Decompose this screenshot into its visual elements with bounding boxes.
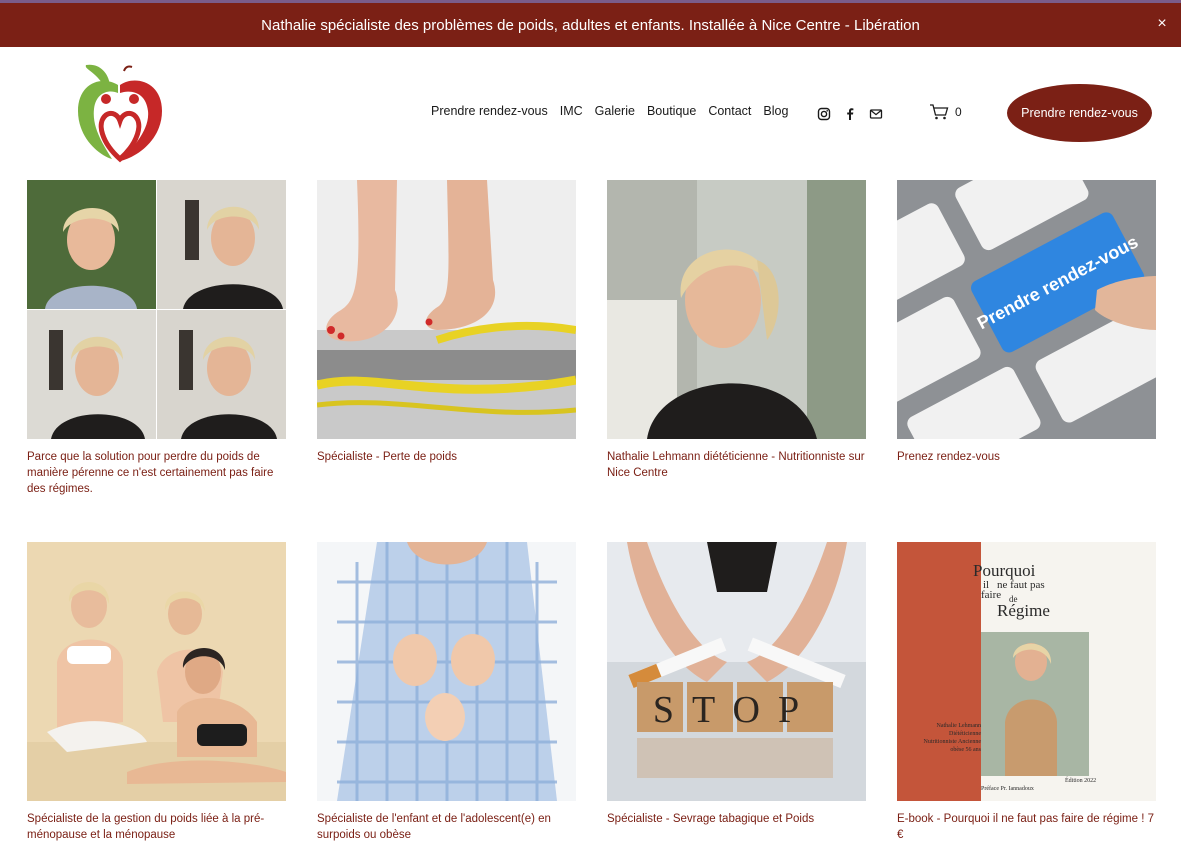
- email-icon[interactable]: [869, 107, 883, 121]
- card-caption[interactable]: Spécialiste de la gestion du poids liée …: [27, 811, 286, 843]
- close-icon[interactable]: ×: [1153, 15, 1171, 33]
- nav-blog[interactable]: Blog: [763, 104, 788, 118]
- card-caption[interactable]: Spécialiste de l'enfant et de l'adolesce…: [317, 811, 576, 843]
- cart-icon: [930, 104, 949, 120]
- main-nav: Prendre rendez-vous IMC Galerie Boutique…: [431, 104, 788, 118]
- women-group-image: [27, 542, 286, 801]
- nav-galerie[interactable]: Galerie: [595, 104, 635, 118]
- nav-prendre-rendez-vous[interactable]: Prendre rendez-vous: [431, 104, 548, 118]
- gallery-card[interactable]: Spécialiste de la gestion du poids liée …: [27, 542, 286, 843]
- card-caption[interactable]: Spécialiste - Sevrage tabagique et Poids: [607, 811, 866, 827]
- instagram-icon[interactable]: [817, 107, 831, 121]
- child-shirt-image: [317, 542, 576, 801]
- book-appointment-button[interactable]: Prendre rendez-vous: [1007, 84, 1152, 142]
- facebook-icon[interactable]: [843, 107, 857, 121]
- nav-boutique[interactable]: Boutique: [647, 104, 696, 118]
- social-links: [817, 107, 883, 121]
- apple-heart-logo[interactable]: [72, 63, 166, 163]
- card-caption[interactable]: Spécialiste - Perte de poids: [317, 449, 576, 465]
- book-preface: Préface Pr. Iannadoux: [981, 785, 1034, 792]
- gallery-card[interactable]: Nathalie Lehmann diététicienne - Nutriti…: [607, 180, 866, 481]
- keyboard-key-image: Prendre rendez-vous: [897, 180, 1156, 439]
- gallery-card[interactable]: Spécialiste - Perte de poids: [317, 180, 576, 465]
- nathalie-portrait-image: [607, 180, 866, 439]
- stop-smoking-image: STOP: [607, 542, 866, 801]
- book-title-6: Régime: [997, 601, 1050, 620]
- feet-scale-image: [317, 180, 576, 439]
- gallery-card[interactable]: STOP Spécialiste - Sevrage tabagique et …: [607, 542, 866, 827]
- book-edition: Édition 2022: [1065, 776, 1096, 784]
- gallery-card[interactable]: Spécialiste de l'enfant et de l'adolesce…: [317, 542, 576, 843]
- book-title-3: ne faut pas: [997, 579, 1045, 591]
- nav-contact[interactable]: Contact: [708, 104, 751, 118]
- announcement-banner: Nathalie spécialiste des problèmes de po…: [0, 3, 1181, 47]
- site-header: Prendre rendez-vous IMC Galerie Boutique…: [0, 47, 1181, 177]
- portrait-collage-image: [27, 180, 286, 439]
- gallery-card[interactable]: Pourquoi il ne faut pas faire de Régime …: [897, 542, 1156, 843]
- book-author: Nathalie Lehmann Diététicienne Nutrition…: [923, 723, 982, 753]
- stop-cube-text: STOP: [653, 689, 817, 731]
- banner-text: Nathalie spécialiste des problèmes de po…: [261, 16, 920, 34]
- book-title-4: faire: [981, 589, 1001, 601]
- book-title-1: Pourquoi: [973, 561, 1036, 580]
- gallery-card[interactable]: Prendre rendez-vous Prenez rendez-vous: [897, 180, 1156, 465]
- card-caption[interactable]: Nathalie Lehmann diététicienne - Nutriti…: [607, 449, 866, 481]
- card-caption[interactable]: Parce que la solution pour perdre du poi…: [27, 449, 286, 497]
- card-caption[interactable]: Prenez rendez-vous: [897, 449, 1156, 465]
- gallery-card[interactable]: Parce que la solution pour perdre du poi…: [27, 180, 286, 497]
- nav-imc[interactable]: IMC: [560, 104, 583, 118]
- cart-link[interactable]: 0: [929, 104, 962, 120]
- card-caption[interactable]: E-book - Pourquoi il ne faut pas faire d…: [897, 811, 1156, 843]
- ebook-cover-image: Pourquoi il ne faut pas faire de Régime …: [897, 542, 1156, 801]
- cart-count: 0: [955, 105, 962, 119]
